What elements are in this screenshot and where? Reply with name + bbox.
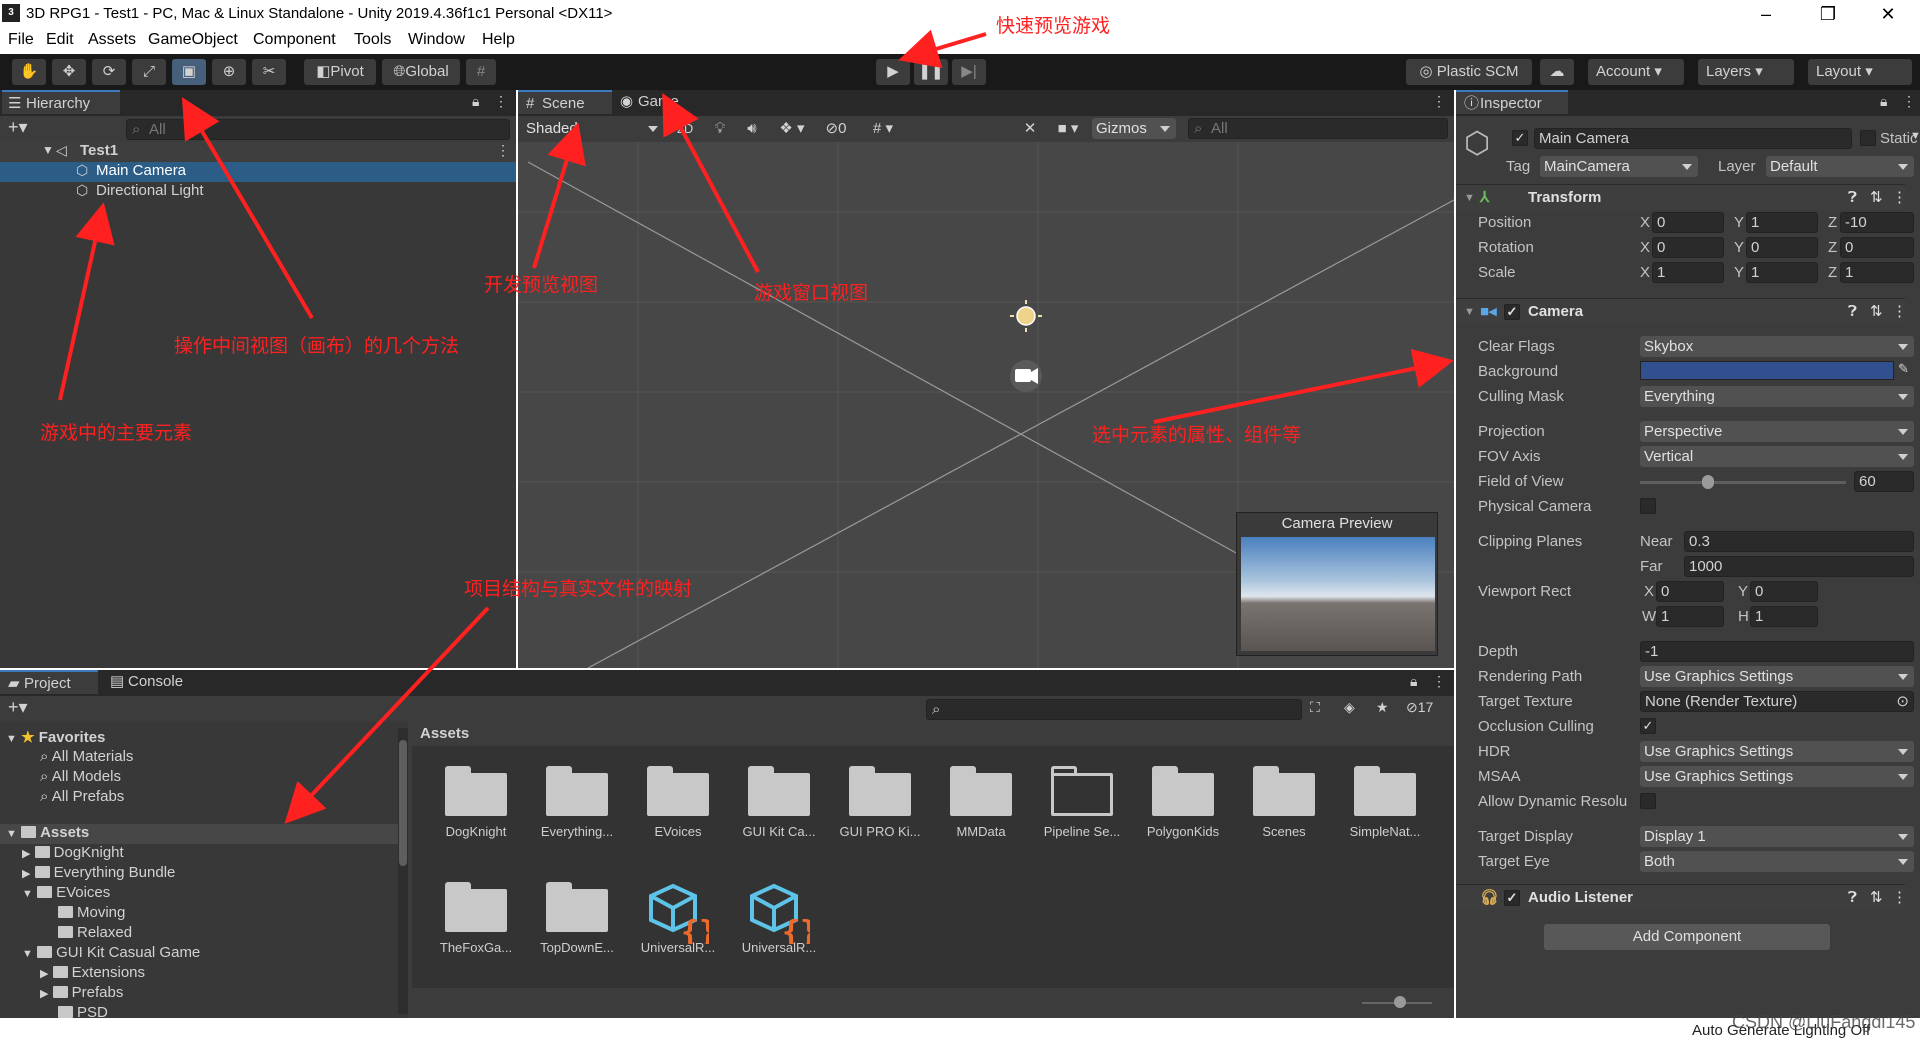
annotation-arrows <box>58 29 1454 824</box>
annotation-project: 项目结构与真实文件的映射 <box>464 579 693 600</box>
annotation-play: 快速预览游戏 <box>996 16 1111 37</box>
annotation-game: 游戏窗口视图 <box>754 283 869 304</box>
annotation-tools: 操作中间视图（画布）的几个方法 <box>174 336 460 357</box>
annotation-inspector: 选中元素的属性、组件等 <box>1092 425 1302 446</box>
annotation-scene: 开发预览视图 <box>484 275 599 296</box>
annotation-hierarchy: 游戏中的主要元素 <box>40 423 193 444</box>
